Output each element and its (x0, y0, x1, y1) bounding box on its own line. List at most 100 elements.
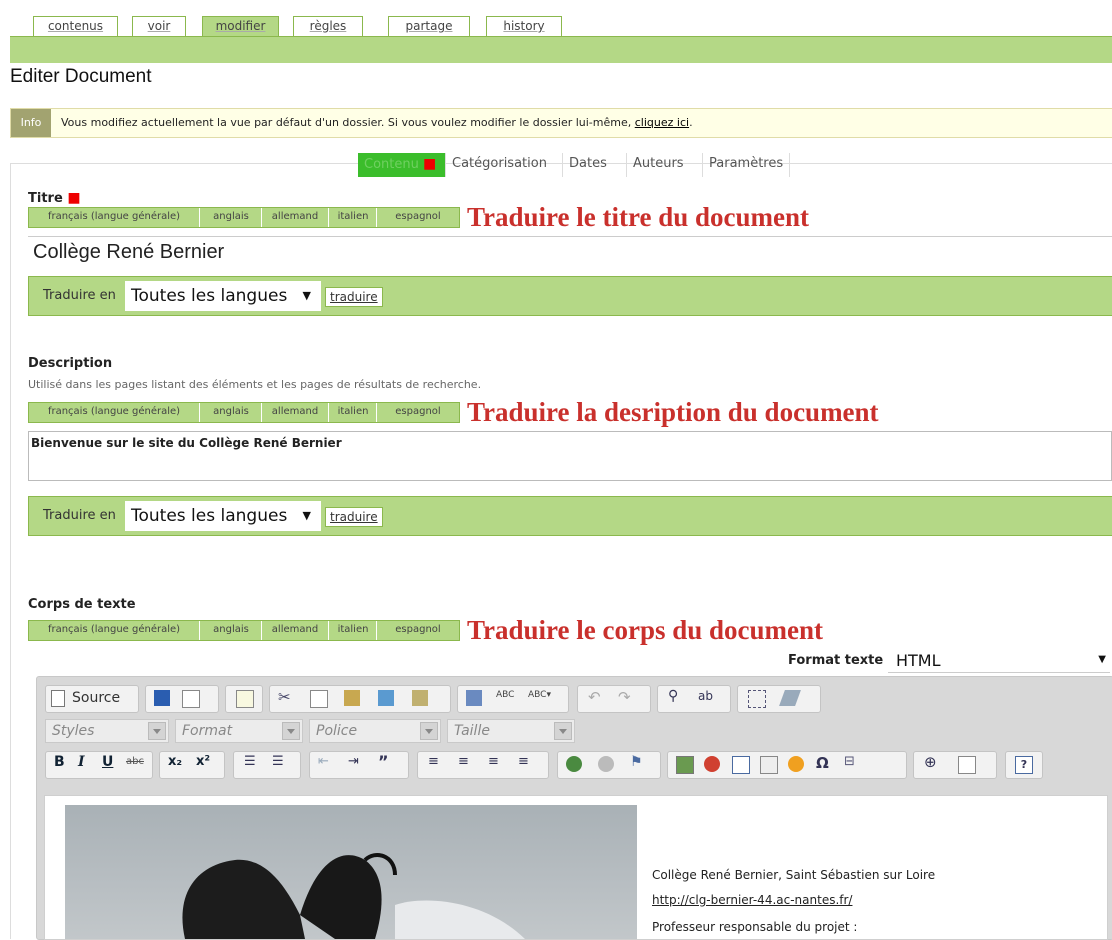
tab-categorisation[interactable]: Catégorisation (445, 153, 553, 177)
description-label: Description (28, 356, 113, 371)
lang-tab-allemand[interactable]: allemand (262, 621, 329, 640)
maximize-icon[interactable]: ⊕ (924, 753, 940, 771)
find-icon[interactable]: ⚲ (668, 688, 684, 704)
format-label: Format texte (788, 653, 884, 668)
remove-format-icon[interactable] (779, 690, 801, 706)
toolbar-group-indent: ⇤ ⇥ ” (309, 751, 409, 779)
info-label: Info (11, 109, 51, 137)
paste-word-icon[interactable] (412, 690, 428, 706)
underline-icon[interactable]: U (102, 754, 118, 770)
lang-tab-espagnol[interactable]: espagnol (378, 403, 458, 422)
format-combo-label: Format (182, 723, 233, 739)
lang-tab-anglais[interactable]: anglais (201, 621, 262, 640)
preview-icon[interactable] (182, 690, 200, 708)
anchor-flag-icon[interactable]: ⚑ (630, 754, 646, 770)
horizontal-rule-icon[interactable] (760, 756, 778, 774)
tab-partage[interactable]: partage (388, 16, 470, 36)
paste-text-icon[interactable] (378, 690, 394, 706)
info-suffix: . (689, 116, 693, 129)
redo-icon[interactable]: ↷ (618, 688, 634, 706)
lang-tab-allemand[interactable]: allemand (262, 403, 329, 422)
lang-tab-italien[interactable]: italien (330, 403, 377, 422)
align-center-icon[interactable]: ≡ (458, 754, 474, 770)
format-select[interactable]: HTML ▼ (888, 650, 1110, 673)
page-break-icon[interactable]: ⊟ (844, 754, 860, 770)
select-all-icon[interactable] (748, 690, 766, 708)
indent-icon[interactable]: ⇥ (348, 754, 364, 770)
lang-tab-anglais[interactable]: anglais (201, 208, 262, 227)
templates-icon[interactable] (236, 690, 254, 708)
translate-button[interactable]: traduire (325, 507, 383, 527)
lang-tab-francais[interactable]: français (langue générale) (29, 621, 200, 640)
numbered-list-icon[interactable]: ☰ (244, 754, 260, 770)
info-link[interactable]: cliquez ici (635, 116, 689, 129)
toolbar-group-find: ⚲ ab (657, 685, 731, 713)
bulleted-list-icon[interactable]: ☰ (272, 754, 288, 770)
tab-regles[interactable]: règles (293, 16, 363, 36)
spellcheck-as-you-type-icon[interactable]: ABC▾ (528, 690, 551, 706)
source-button[interactable]: Source (72, 690, 120, 706)
lang-tab-francais[interactable]: français (langue générale) (29, 208, 200, 227)
cut-icon[interactable]: ✂ (278, 688, 294, 706)
translate-language-select[interactable]: Toutes les langues ▼ (125, 501, 321, 531)
paste-icon[interactable] (344, 690, 360, 706)
lang-tab-italien[interactable]: italien (330, 208, 377, 227)
print-icon[interactable] (466, 690, 482, 706)
undo-icon[interactable]: ↶ (588, 688, 604, 706)
tab-dates[interactable]: Dates (562, 153, 613, 177)
flash-icon[interactable] (704, 756, 720, 772)
special-char-icon[interactable]: Ω (816, 754, 832, 772)
school-url-link[interactable]: http://clg-bernier-44.ac-nantes.fr/ (652, 893, 852, 907)
source-icon[interactable] (51, 690, 65, 707)
smiley-icon[interactable] (788, 756, 804, 772)
spellcheck-icon[interactable]: ABC (496, 690, 514, 706)
lang-tab-francais[interactable]: français (langue générale) (29, 403, 200, 422)
tab-parametres[interactable]: Paramètres (702, 153, 791, 177)
save-icon[interactable] (154, 690, 170, 706)
tab-history[interactable]: history (486, 16, 562, 36)
titre-input[interactable]: Collège René Bernier (28, 236, 1112, 271)
italic-icon[interactable]: I (78, 754, 94, 770)
tab-modifier[interactable]: modifier (202, 16, 279, 36)
size-combo[interactable]: Taille (447, 719, 575, 743)
translate-language-select[interactable]: Toutes les langues ▼ (125, 281, 321, 311)
editor-content-area[interactable]: Collège René Bernier, Saint Sébastien su… (44, 795, 1108, 940)
superscript-icon[interactable]: x² (196, 754, 212, 770)
blockquote-icon[interactable]: ” (378, 752, 394, 771)
align-left-icon[interactable]: ≡ (428, 754, 444, 770)
show-blocks-icon[interactable] (958, 756, 976, 774)
tab-contenus[interactable]: contenus (33, 16, 118, 36)
lang-tab-anglais[interactable]: anglais (201, 403, 262, 422)
tab-voir[interactable]: voir (132, 16, 186, 36)
align-right-icon[interactable]: ≡ (488, 754, 504, 770)
styles-combo[interactable]: Styles (45, 719, 169, 743)
description-textarea[interactable]: Bienvenue sur le site du Collège René Be… (28, 431, 1112, 481)
lang-tab-espagnol[interactable]: espagnol (378, 621, 458, 640)
language-tabs-corps: français (langue générale) anglais allem… (28, 620, 460, 641)
content-link[interactable]: http://clg-bernier-44.ac-nantes.fr/ (652, 893, 852, 907)
link-icon[interactable] (566, 756, 582, 772)
chevron-down-icon (554, 722, 572, 740)
content-line-teacher: Professeur responsable du projet : (652, 920, 858, 934)
table-icon[interactable] (732, 756, 750, 774)
subscript-icon[interactable]: x₂ (168, 754, 184, 770)
lang-tab-italien[interactable]: italien (330, 621, 377, 640)
tab-auteurs[interactable]: Auteurs (626, 153, 690, 177)
replace-icon[interactable]: ab (698, 689, 714, 705)
format-combo[interactable]: Format (175, 719, 303, 743)
toolbar-group-document (145, 685, 219, 713)
image-icon[interactable] (676, 756, 694, 774)
font-combo[interactable]: Police (309, 719, 441, 743)
lang-tab-espagnol[interactable]: espagnol (378, 208, 458, 227)
outdent-icon[interactable]: ⇤ (318, 754, 334, 770)
strikethrough-icon[interactable]: abc (126, 756, 144, 772)
unlink-icon[interactable] (598, 756, 614, 772)
justify-icon[interactable]: ≡ (518, 754, 534, 770)
lang-tab-allemand[interactable]: allemand (262, 208, 329, 227)
translate-button[interactable]: traduire (325, 287, 383, 307)
copy-icon[interactable] (310, 690, 328, 708)
help-icon[interactable]: ? (1015, 756, 1033, 774)
tab-contenu[interactable]: Contenu ■ (358, 153, 445, 177)
description-value: Bienvenue sur le site du Collège René Be… (31, 436, 342, 450)
bold-icon[interactable]: B (54, 754, 70, 770)
